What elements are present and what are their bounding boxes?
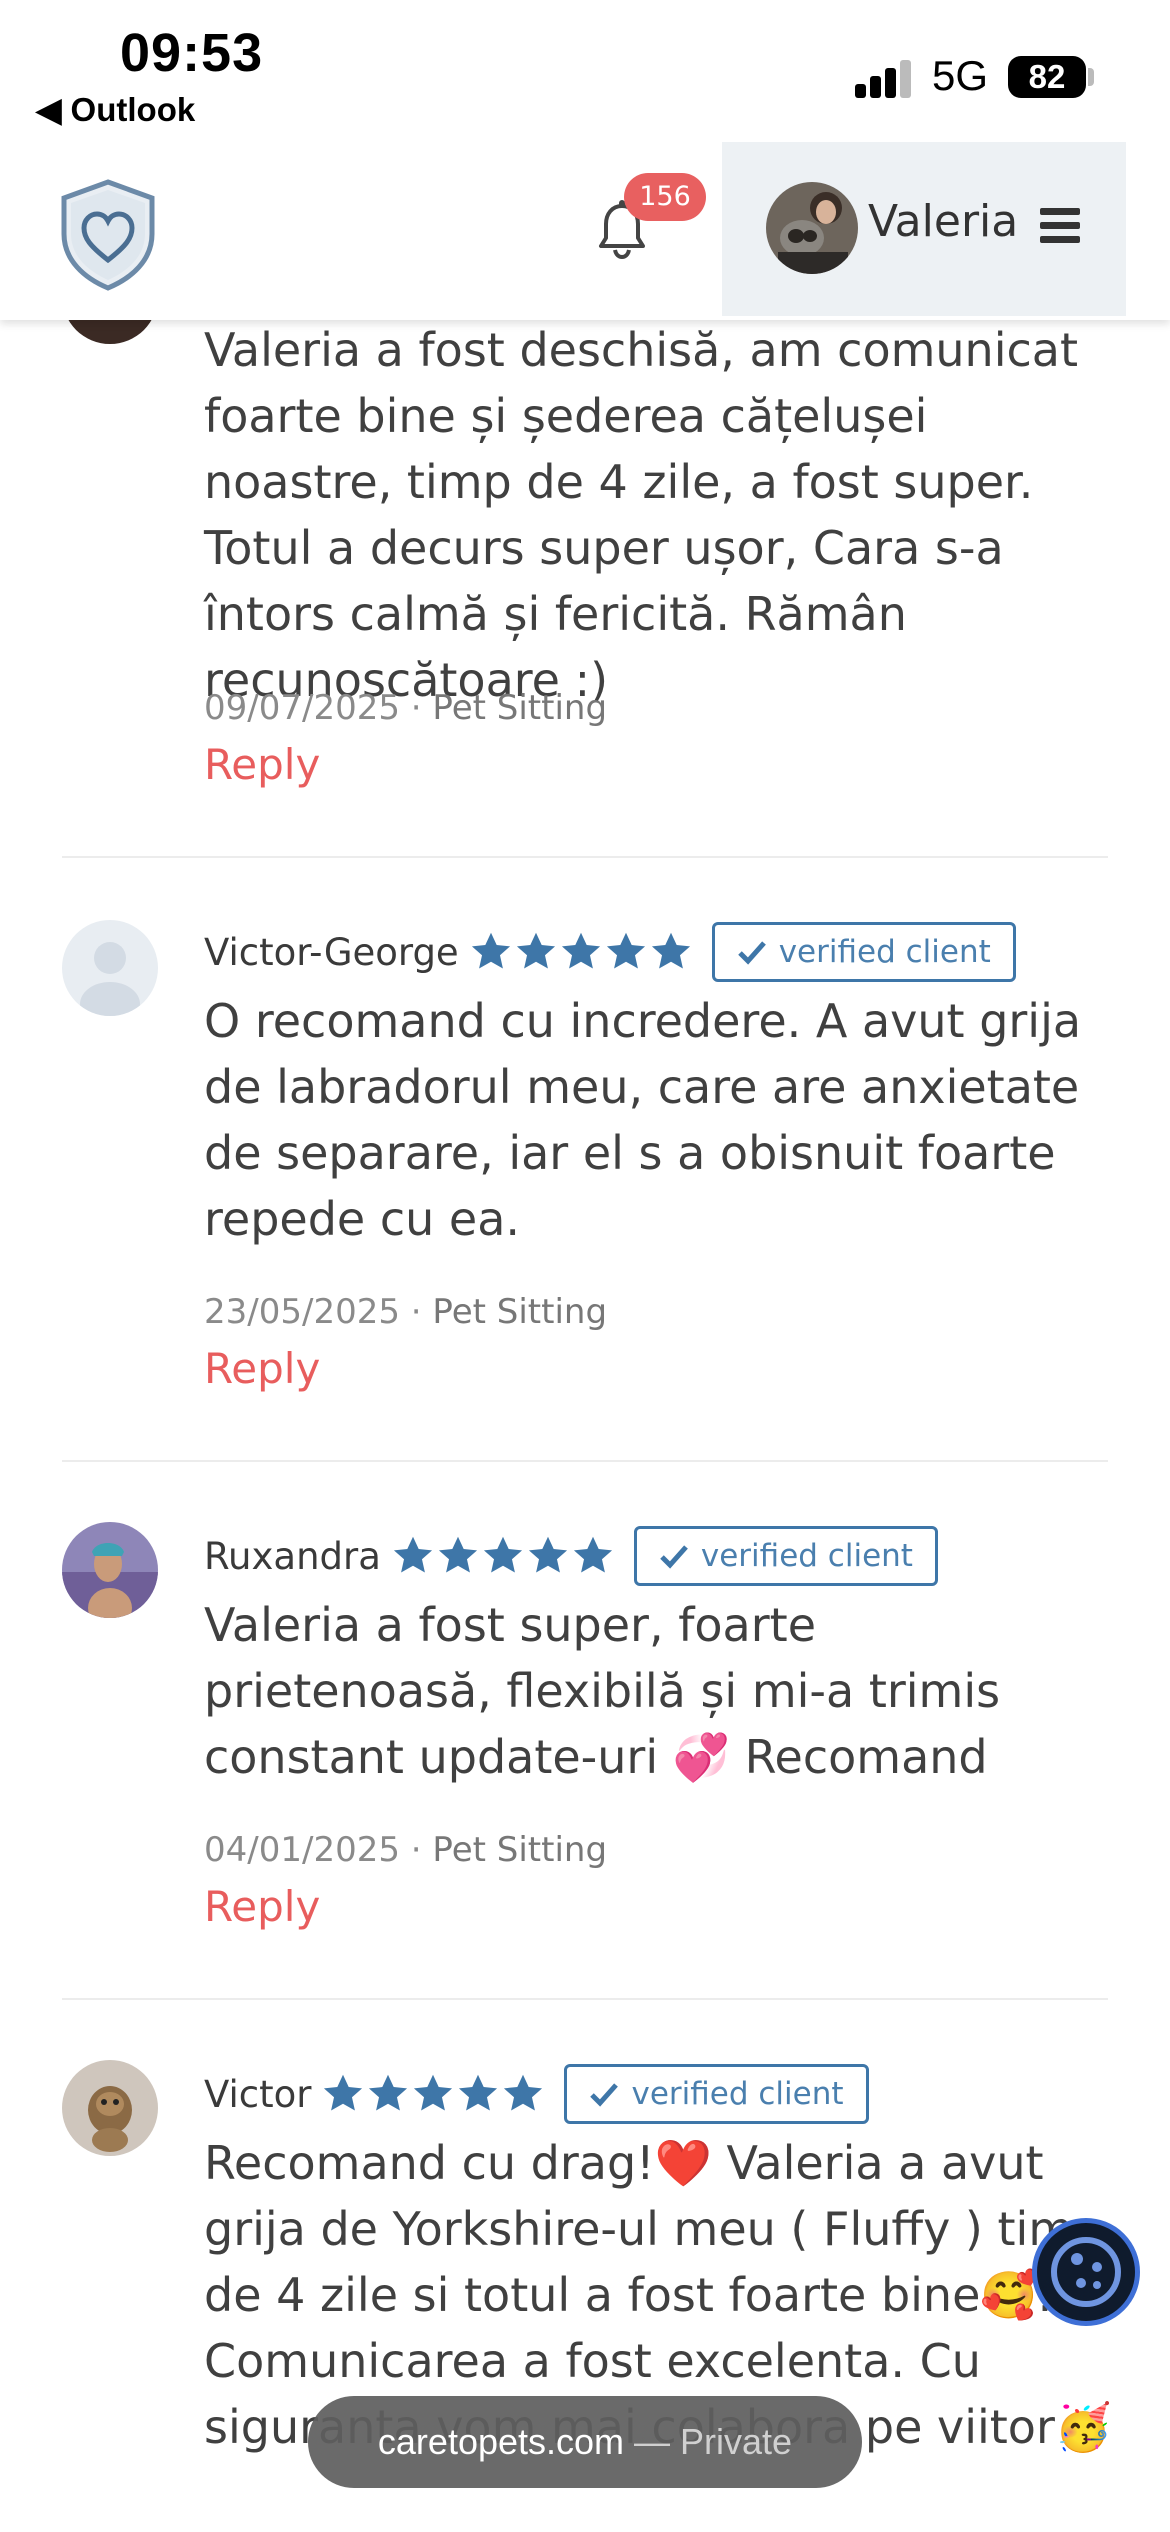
- checkmark-icon: [590, 2083, 619, 2107]
- cookie-settings-button[interactable]: [1032, 2218, 1140, 2326]
- review-text: O recomand cu incredere. A avut grija de…: [204, 994, 1082, 1246]
- review-service: Pet Sitting: [432, 1830, 608, 1870]
- reviewer-avatar-placeholder: [62, 920, 158, 1016]
- reviewer-name: Victor: [204, 2072, 312, 2116]
- star-icon: [573, 1536, 612, 1573]
- star-icon: [369, 2074, 408, 2111]
- verified-client-badge: verified client: [711, 922, 1016, 982]
- review-header: Victor verified client: [204, 2064, 869, 2124]
- verified-client-badge: verified client: [633, 1526, 938, 1586]
- browser-domain: caretopets.com: [377, 2421, 625, 2462]
- verified-label: verified client: [700, 1538, 913, 1574]
- star-rating: [469, 930, 694, 974]
- battery-icon: 82: [1008, 56, 1086, 98]
- browser-private-mode: — Private: [624, 2421, 793, 2462]
- review-meta: 04/01/2025 · Pet Sitting: [204, 1830, 608, 1870]
- battery-cap: [1088, 68, 1094, 86]
- star-rating: [391, 1534, 616, 1578]
- reply-link[interactable]: Reply: [204, 1882, 320, 1931]
- star-icon: [393, 1536, 432, 1573]
- reviewer-avatar: [62, 2060, 158, 2156]
- network-type: 5G: [932, 52, 989, 99]
- star-icon: [324, 2074, 363, 2111]
- star-icon: [561, 932, 600, 969]
- signal-icon: [855, 58, 915, 98]
- review-divider: [62, 856, 1108, 858]
- star-icon: [459, 2074, 498, 2111]
- review-date: 23/05/2025: [204, 1292, 400, 1332]
- verified-label: verified client: [778, 934, 991, 970]
- notification-count-badge: 156: [624, 173, 706, 221]
- review-header: Victor-George verified client: [204, 922, 1016, 982]
- review-meta: 23/05/2025 · Pet Sitting: [204, 1292, 608, 1332]
- review-text: Valeria a fost deschisă, am comunicat fo…: [204, 323, 1078, 707]
- star-icon: [516, 932, 555, 969]
- review-divider: [62, 1460, 1108, 1462]
- review-divider: [62, 1998, 1108, 2000]
- reviewer-avatar: [62, 1522, 158, 1618]
- shield-heart-logo[interactable]: [48, 176, 164, 292]
- review-service: Pet Sitting: [432, 688, 608, 728]
- verified-label: verified client: [631, 2076, 844, 2112]
- reviewer-name: Victor-George: [204, 930, 459, 974]
- status-time: 09:53: [120, 23, 264, 83]
- user-name: Valeria: [868, 196, 1019, 247]
- star-icon: [483, 1536, 522, 1573]
- star-icon: [606, 932, 645, 969]
- reply-link[interactable]: Reply: [204, 1344, 320, 1393]
- status-bar: 09:53 ◀ Outlook 5G 82: [0, 0, 1170, 140]
- review-meta: 09/07/2025 · Pet Sitting: [204, 688, 608, 728]
- reply-link[interactable]: Reply: [204, 740, 320, 789]
- review-service: Pet Sitting: [432, 1292, 608, 1332]
- review-date: 09/07/2025: [204, 688, 400, 728]
- user-menu[interactable]: Valeria: [722, 142, 1126, 316]
- checkmark-icon: [737, 941, 766, 965]
- verified-client-badge: verified client: [564, 2064, 869, 2124]
- review-date: 04/01/2025: [204, 1830, 400, 1870]
- hamburger-menu-icon[interactable]: [1040, 208, 1080, 244]
- site-header: 156 Valeria: [0, 140, 1170, 320]
- star-icon: [504, 2074, 543, 2111]
- back-to-app-link[interactable]: ◀ Outlook: [36, 90, 195, 129]
- checkmark-icon: [660, 1545, 688, 1569]
- star-rating: [321, 2072, 546, 2116]
- browser-address-pill[interactable]: caretopets.com — Private: [308, 2396, 862, 2488]
- star-icon: [471, 932, 510, 969]
- review-text: Valeria a fost super, foarte prietenoasă…: [204, 1598, 1001, 1784]
- star-icon: [438, 1536, 477, 1573]
- star-icon: [528, 1536, 567, 1573]
- user-avatar: [766, 182, 858, 274]
- star-icon: [651, 932, 690, 969]
- review-header: Ruxandra verified client: [204, 1526, 938, 1586]
- reviewer-name: Ruxandra: [204, 1534, 381, 1578]
- cookie-icon: [1051, 2237, 1121, 2307]
- star-icon: [414, 2074, 453, 2111]
